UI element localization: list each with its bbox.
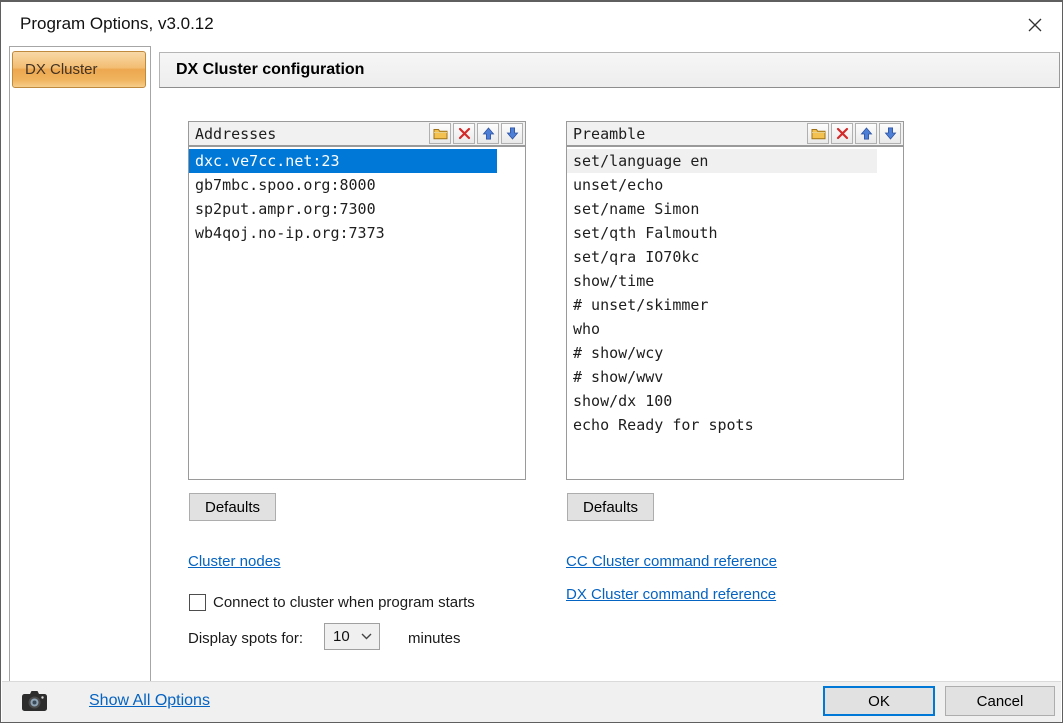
list-item[interactable]: gb7mbc.spoo.org:8000	[189, 173, 525, 197]
close-icon	[1025, 15, 1045, 35]
sidebar-item-dx-cluster[interactable]: DX Cluster	[12, 51, 146, 88]
camera-icon[interactable]	[21, 689, 48, 713]
program-options-dialog: Program Options, v3.0.12 DX Cluster DX C…	[0, 0, 1063, 723]
close-button[interactable]	[1020, 10, 1050, 40]
cc-cluster-reference-link[interactable]: CC Cluster command reference	[566, 553, 777, 570]
cancel-button[interactable]: Cancel	[945, 686, 1055, 716]
connect-on-start-label: Connect to cluster when program starts	[213, 594, 475, 611]
display-spots-label: Display spots for:	[188, 630, 303, 647]
list-item[interactable]: unset/echo	[567, 173, 903, 197]
footer-bar: Show All Options OK Cancel	[2, 681, 1061, 722]
connect-on-start-checkbox[interactable]	[189, 594, 206, 611]
preamble-panel-header: Preamble	[566, 121, 904, 146]
display-spots-select[interactable]: 10	[324, 623, 380, 650]
preamble-list: set/language en unset/echo set/name Simo…	[566, 146, 904, 480]
list-item[interactable]: show/time	[567, 269, 903, 293]
preamble-move-down-button[interactable]	[879, 123, 901, 144]
preamble-toolbar	[807, 123, 901, 144]
addresses-title: Addresses	[189, 125, 429, 143]
preamble-defaults-button[interactable]: Defaults	[567, 493, 654, 521]
section-header: DX Cluster configuration	[159, 52, 1060, 88]
arrow-down-icon	[506, 127, 519, 140]
folder-icon	[811, 127, 826, 140]
title-bar: Program Options, v3.0.12	[1, 2, 1062, 46]
list-item[interactable]: set/language en	[567, 149, 877, 173]
preamble-title: Preamble	[567, 125, 807, 143]
options-sidebar: DX Cluster	[9, 46, 151, 683]
preamble-move-up-button[interactable]	[855, 123, 877, 144]
list-item[interactable]: show/dx 100	[567, 389, 903, 413]
addresses-panel-header: Addresses	[188, 121, 526, 146]
show-all-options-link[interactable]: Show All Options	[89, 692, 210, 710]
addresses-delete-button[interactable]	[453, 123, 475, 144]
preamble-delete-button[interactable]	[831, 123, 853, 144]
list-item[interactable]: wb4qoj.no-ip.org:7373	[189, 221, 525, 245]
window-title: Program Options, v3.0.12	[20, 14, 214, 34]
list-item[interactable]: echo Ready for spots	[567, 413, 903, 437]
addresses-defaults-button[interactable]: Defaults	[189, 493, 276, 521]
addresses-toolbar	[429, 123, 523, 144]
cluster-nodes-link[interactable]: Cluster nodes	[188, 553, 281, 570]
list-item[interactable]: set/name Simon	[567, 197, 903, 221]
red-x-icon	[836, 127, 849, 140]
chevron-down-icon	[361, 633, 372, 640]
list-item[interactable]: dxc.ve7cc.net:23	[189, 149, 497, 173]
arrow-up-icon	[860, 127, 873, 140]
arrow-down-icon	[884, 127, 897, 140]
list-item[interactable]: # show/wwv	[567, 365, 903, 389]
list-item[interactable]: # show/wcy	[567, 341, 903, 365]
display-spots-unit: minutes	[408, 630, 461, 647]
ok-button[interactable]: OK	[823, 686, 935, 716]
list-item[interactable]: set/qra IO70kc	[567, 245, 903, 269]
list-item[interactable]: sp2put.ampr.org:7300	[189, 197, 525, 221]
addresses-add-button[interactable]	[429, 123, 451, 144]
section-title: DX Cluster configuration	[176, 61, 364, 79]
addresses-move-down-button[interactable]	[501, 123, 523, 144]
dx-cluster-reference-link[interactable]: DX Cluster command reference	[566, 586, 776, 603]
preamble-add-button[interactable]	[807, 123, 829, 144]
display-spots-value: 10	[333, 628, 350, 645]
red-x-icon	[458, 127, 471, 140]
folder-icon	[433, 127, 448, 140]
list-item[interactable]: set/qth Falmouth	[567, 221, 903, 245]
list-item[interactable]: # unset/skimmer	[567, 293, 903, 317]
addresses-list: dxc.ve7cc.net:23 gb7mbc.spoo.org:8000 sp…	[188, 146, 526, 480]
arrow-up-icon	[482, 127, 495, 140]
sidebar-item-label: DX Cluster	[25, 61, 98, 78]
addresses-move-up-button[interactable]	[477, 123, 499, 144]
list-item[interactable]: who	[567, 317, 903, 341]
